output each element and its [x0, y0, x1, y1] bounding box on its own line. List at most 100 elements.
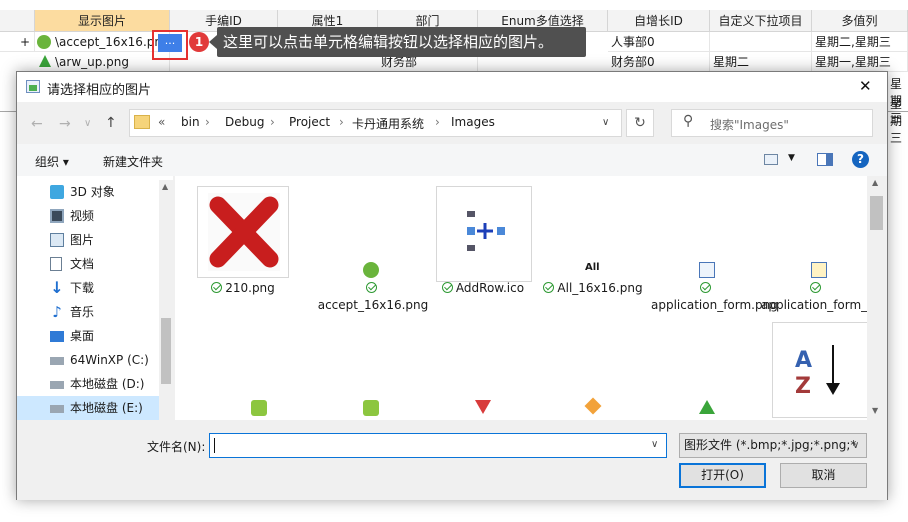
cell-multi-row2: 星期一,星期三: [812, 52, 908, 72]
thumbnail-addrow[interactable]: [436, 186, 532, 282]
history-chevron-icon[interactable]: ∨: [84, 118, 91, 129]
scroll-down-icon[interactable]: ▼: [872, 406, 878, 415]
nav-item-pictures[interactable]: 图片: [17, 228, 173, 252]
column-header-image[interactable]: 显示图片: [35, 10, 170, 32]
file-name: All_16x16.png: [557, 281, 643, 295]
nav-item-music[interactable]: ♪ 音乐: [17, 300, 173, 324]
sync-check-icon: [700, 282, 711, 293]
grid-cell-image-row2[interactable]: \arw_up.png: [35, 52, 170, 72]
file-item-addrow[interactable]: AddRow.ico: [429, 280, 537, 297]
breadcrumb-images[interactable]: Images: [451, 115, 495, 129]
arrow-down-icon: [475, 400, 491, 414]
nav-scroll-thumb[interactable]: [161, 318, 171, 384]
back-arrow-icon[interactable]: ←: [31, 116, 43, 132]
callout-highlight-box: [152, 30, 188, 60]
breadcrumb-project[interactable]: Project: [289, 115, 330, 129]
filename-dropdown-icon[interactable]: ∨: [651, 439, 658, 450]
refresh-green-icon: [251, 400, 267, 416]
svg-text:Z: Z: [795, 374, 811, 399]
file-name: AddRow.ico: [455, 281, 525, 295]
nav-scrollbar[interactable]: ▲: [159, 180, 173, 420]
desktop-icon: [50, 331, 64, 342]
nav-item-drive-e[interactable]: 本地磁盘 (E:): [17, 396, 173, 420]
search-icon: ⚲: [683, 113, 694, 129]
dialog-titlebar: 请选择相应的图片 ✕: [17, 72, 887, 102]
breadcrumb-sep-icon: ›: [339, 115, 344, 129]
new-folder-button[interactable]: 新建文件夹: [103, 153, 163, 170]
nav-label: 下载: [70, 281, 95, 295]
breadcrumb-sep-icon: ›: [205, 115, 210, 129]
nav-item-documents[interactable]: 文档: [17, 252, 173, 276]
view-mode-icon[interactable]: [764, 154, 778, 165]
nav-label: 3D 对象: [70, 185, 115, 199]
nav-label: 文档: [70, 257, 95, 271]
file-name: 210.png: [225, 281, 275, 295]
navigation-pane: 3D 对象 视频 图片 文档 ↓ 下载 ♪ 音乐 桌面 64WinXP (C:): [17, 176, 173, 420]
refresh-icon[interactable]: ↻: [626, 109, 654, 137]
nav-item-downloads[interactable]: ↓ 下载: [17, 276, 173, 300]
accept-icon: [37, 35, 51, 49]
undo-green-icon: [363, 400, 379, 416]
cell-multi-row4: 星期三: [890, 97, 903, 145]
filename-input[interactable]: ∨: [209, 433, 667, 458]
music-icon: ♪: [52, 303, 62, 321]
up-arrow-icon[interactable]: ↑: [105, 115, 117, 131]
nav-item-videos[interactable]: 视频: [17, 204, 173, 228]
scroll-up-icon[interactable]: ▲: [162, 182, 168, 191]
column-header-auto-id[interactable]: 自增长ID: [608, 10, 710, 32]
breadcrumb-debug[interactable]: Debug: [225, 115, 264, 129]
grid-row-header-corner: [0, 10, 35, 32]
grid-cell-image[interactable]: \accept_16x16.png: [35, 32, 170, 52]
file-item-app-form-edit[interactable]: application_form_edit.png: [761, 280, 867, 314]
file-scroll-thumb[interactable]: [870, 196, 883, 230]
address-dropdown-icon[interactable]: ∨: [602, 117, 609, 128]
file-item-210[interactable]: 210.png: [189, 280, 297, 297]
cell-image-value-row2: \arw_up.png: [55, 55, 130, 69]
thumbnail-210[interactable]: [197, 186, 289, 278]
dialog-title: 请选择相应的图片: [47, 83, 152, 98]
help-icon[interactable]: ?: [852, 151, 869, 168]
dialog-app-icon: [26, 80, 40, 93]
cancel-button[interactable]: 取消: [780, 463, 867, 488]
nav-item-desktop[interactable]: 桌面: [17, 324, 173, 348]
file-item-all[interactable]: All_16x16.png: [539, 280, 647, 297]
breadcrumb-prefix[interactable]: «: [158, 115, 165, 129]
file-item-app-form[interactable]: application_form.png: [651, 280, 778, 314]
nav-item-drive-d[interactable]: 本地磁盘 (D:): [17, 372, 173, 396]
file-open-dialog: 请选择相应的图片 ✕ ← → ∨ ↑ « bin › Debug › Proje…: [16, 71, 888, 500]
picture-icon: [50, 233, 64, 247]
thumbnail-sort-az[interactable]: A Z: [772, 322, 867, 418]
red-x-icon: [208, 193, 280, 271]
file-list-scrollbar[interactable]: ▲ ▼: [868, 176, 885, 420]
film-icon: [50, 209, 64, 223]
scroll-up-icon[interactable]: ▲: [872, 178, 878, 187]
forward-arrow-icon[interactable]: →: [59, 116, 71, 132]
close-icon[interactable]: ✕: [859, 77, 872, 95]
column-header-multi[interactable]: 多值列: [812, 10, 908, 32]
search-box[interactable]: ⚲ 搜索"Images": [671, 109, 873, 137]
filetype-dropdown-icon[interactable]: ∨: [852, 434, 859, 457]
nav-item-3d-objects[interactable]: 3D 对象: [17, 180, 173, 204]
breadcrumb-sep-icon: ›: [435, 115, 440, 129]
arrow-up-icon: [699, 400, 715, 414]
sync-check-icon: [810, 282, 821, 293]
open-button[interactable]: 打开(O): [679, 463, 766, 488]
filename-label: 文件名(N):: [147, 440, 206, 454]
breadcrumb-bin[interactable]: bin: [181, 115, 200, 129]
nav-item-drive-c[interactable]: 64WinXP (C:): [17, 348, 173, 372]
filetype-select[interactable]: 图形文件 (*.bmp;*.jpg;*.png;* ∨: [679, 433, 867, 458]
nav-label: 64WinXP (C:): [70, 353, 149, 367]
preview-pane-icon[interactable]: [817, 153, 833, 166]
file-item-accept[interactable]: accept_16x16.png: [317, 280, 429, 314]
callout-number-badge: 1: [189, 32, 209, 52]
sort-az-icon: A Z: [795, 345, 840, 399]
svg-text:A: A: [795, 348, 812, 373]
organize-button[interactable]: 组织 ▾: [35, 153, 69, 170]
address-bar[interactable]: « bin › Debug › Project › 卡丹通用系统 › Image…: [129, 109, 622, 137]
column-header-custom[interactable]: 自定义下拉项目: [710, 10, 812, 32]
breadcrumb-kadan[interactable]: 卡丹通用系统: [352, 115, 424, 132]
cube-icon: [50, 185, 64, 199]
drive-icon: [50, 405, 64, 413]
nav-label: 音乐: [70, 305, 95, 319]
view-dropdown-icon[interactable]: ▼: [788, 153, 795, 163]
